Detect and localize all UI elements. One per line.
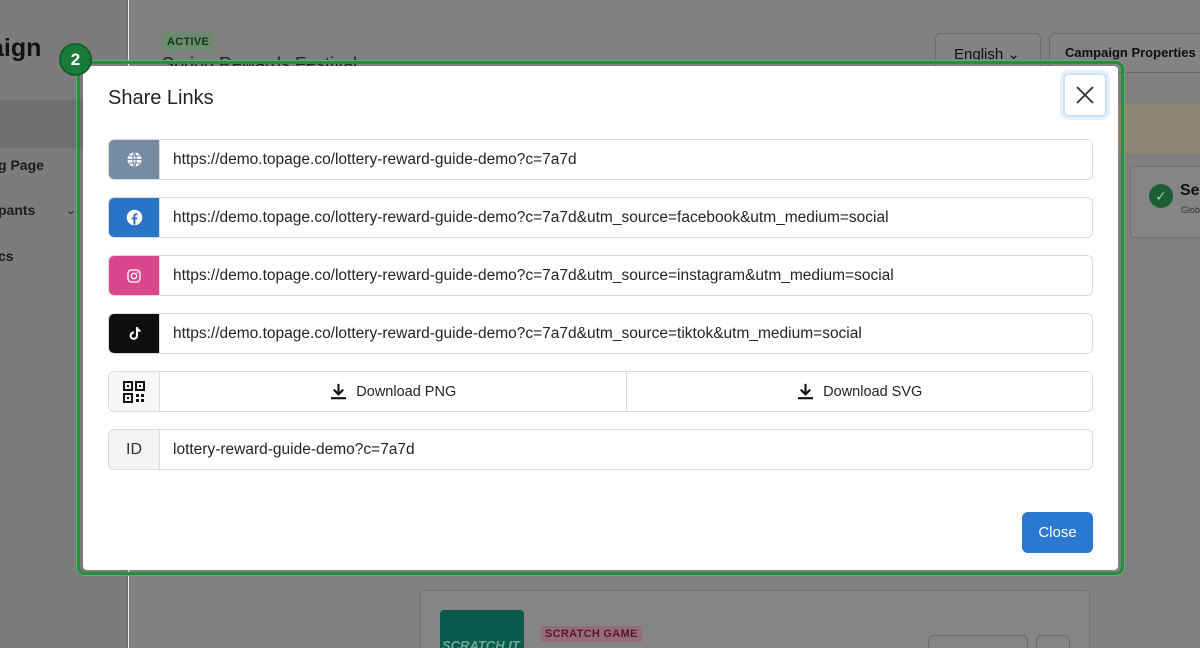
sidebar-item-analytics[interactable]: cs — [0, 248, 14, 264]
tiktok-icon — [109, 314, 159, 353]
warning-banner — [1118, 104, 1200, 154]
sidebar-item-participants[interactable]: pants — [0, 202, 35, 218]
download-png-label: Download PNG — [356, 383, 457, 400]
share-link-url[interactable]: https://demo.topage.co/lottery-reward-gu… — [159, 140, 1092, 179]
configure-button[interactable] — [928, 635, 1028, 648]
instagram-icon — [109, 256, 159, 295]
share-link-tiktok[interactable]: https://demo.topage.co/lottery-reward-gu… — [108, 313, 1093, 354]
more-options-button[interactable] — [1036, 635, 1070, 648]
close-button[interactable]: Close — [1022, 512, 1093, 553]
share-link-instagram[interactable]: https://demo.topage.co/lottery-reward-gu… — [108, 255, 1093, 296]
campaign-id-row[interactable]: ID lottery-reward-guide-demo?c=7a7d — [108, 429, 1093, 470]
download-png-button[interactable]: Download PNG — [159, 372, 626, 411]
game-type-badge: SCRATCH GAME — [541, 626, 642, 642]
qr-code-icon — [109, 372, 159, 411]
settings-card-subtitle: Glob — [1181, 205, 1200, 215]
step-badge: 2 — [59, 43, 92, 76]
close-icon — [1076, 86, 1094, 104]
brand-title: aign — [0, 34, 42, 62]
share-link-url[interactable]: https://demo.topage.co/lottery-reward-gu… — [159, 198, 1092, 237]
download-svg-label: Download SVG — [823, 383, 923, 400]
id-label: ID — [109, 430, 159, 469]
share-link-facebook[interactable]: https://demo.topage.co/lottery-reward-gu… — [108, 197, 1093, 238]
download-icon — [798, 383, 814, 400]
campaign-id-field[interactable]: lottery-reward-guide-demo?c=7a7d — [159, 430, 1092, 469]
modal-title: Share Links — [108, 87, 214, 109]
share-links-modal: Share Links https://demo.topage.co/lotte… — [83, 66, 1118, 570]
close-icon-button[interactable] — [1063, 73, 1107, 117]
chevron-down-icon: ⌄ — [66, 203, 77, 217]
status-badge: ACTIVE — [162, 33, 215, 51]
sidebar-item-landing-page[interactable]: g Page — [0, 157, 44, 173]
qr-download-row: Download PNG Download SVG — [108, 371, 1093, 412]
share-link-url[interactable]: https://demo.topage.co/lottery-reward-gu… — [159, 256, 1092, 295]
globe-icon — [109, 140, 159, 179]
game-thumbnail: SCRATCH IT — [440, 610, 524, 648]
share-link-web[interactable]: https://demo.topage.co/lottery-reward-gu… — [108, 139, 1093, 180]
settings-card-title: Se — [1180, 182, 1200, 199]
download-icon — [331, 383, 347, 400]
check-icon: ✓ — [1149, 184, 1173, 208]
download-svg-button[interactable]: Download SVG — [625, 372, 1093, 411]
share-link-url[interactable]: https://demo.topage.co/lottery-reward-gu… — [159, 314, 1092, 353]
facebook-icon — [109, 198, 159, 237]
